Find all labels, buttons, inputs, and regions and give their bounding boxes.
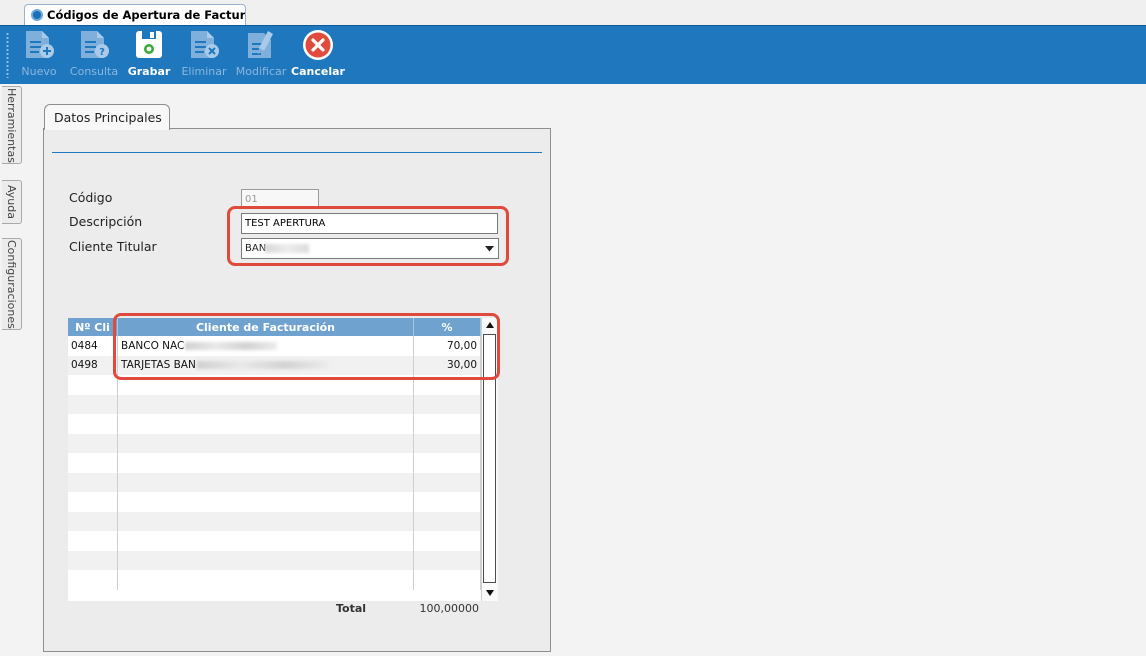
column-header-pct[interactable]: % — [414, 318, 481, 336]
table-row[interactable] — [68, 453, 481, 473]
descripcion-field[interactable] — [241, 213, 498, 234]
grid-scrollbar[interactable] — [481, 318, 498, 601]
document-tab[interactable]: Códigos de Apertura de Facturaci... — [24, 4, 246, 25]
side-tab-configuraciones[interactable]: Configuraciones — [2, 238, 22, 330]
table-row[interactable] — [68, 472, 481, 492]
consulta-button[interactable]: ? Consulta — [70, 29, 118, 83]
cliente-titular-value: BAN — [245, 243, 267, 254]
cell-cliente-text: TARJETAS BAN — [121, 359, 196, 372]
tab-datos-principales[interactable]: Datos Principales — [44, 104, 170, 130]
cell-cliente-text: BANCO NAC — [121, 339, 185, 352]
consulta-label: Consulta — [69, 65, 119, 78]
column-header-num-cli[interactable]: Nº Cli — [68, 318, 118, 336]
table-row[interactable] — [68, 414, 481, 434]
nuevo-button[interactable]: Nuevo — [20, 29, 58, 83]
cell-pct: 70,00 — [414, 336, 481, 356]
floppy-save-icon — [136, 31, 162, 58]
eliminar-button[interactable]: Eliminar — [181, 29, 227, 83]
table-row[interactable] — [68, 433, 481, 453]
table-row[interactable] — [68, 375, 481, 395]
side-tab-ayuda[interactable]: Ayuda — [2, 180, 22, 224]
redacted-text — [265, 243, 310, 253]
total-value: 100,00000 — [419, 602, 480, 615]
facturacion-grid: Nº Cli Cliente de Facturación % 0484 BAN… — [68, 318, 498, 601]
descripcion-label: Descripción — [69, 214, 143, 229]
redacted-text — [196, 361, 329, 370]
side-tab-ayuda-label: Ayuda — [5, 185, 18, 219]
nuevo-label: Nuevo — [21, 65, 57, 78]
app-icon — [31, 9, 43, 21]
cell-cliente: BANCO NAC — [118, 336, 414, 356]
table-row[interactable] — [68, 511, 481, 531]
document-add-icon — [26, 31, 54, 58]
total-label: Total — [336, 602, 367, 615]
scrollbar-thumb[interactable] — [483, 334, 496, 583]
table-row[interactable]: 0484 BANCO NAC 70,00 — [68, 336, 481, 356]
cliente-titular-label: Cliente Titular — [69, 239, 157, 254]
grabar-button[interactable]: Grabar — [128, 29, 170, 83]
table-row[interactable] — [68, 394, 481, 414]
redacted-text — [185, 341, 278, 350]
codigo-label: Código — [69, 190, 113, 205]
side-tab-configuraciones-label: Configuraciones — [5, 239, 18, 329]
modificar-label: Modificar — [235, 65, 287, 78]
side-tabs: Herramientas Ayuda Configuraciones — [0, 84, 24, 656]
column-header-cliente[interactable]: Cliente de Facturación — [118, 318, 414, 336]
table-row[interactable] — [68, 492, 481, 512]
table-row[interactable] — [68, 531, 481, 551]
toolbar-grip[interactable] — [6, 32, 9, 78]
side-tab-herramientas-label: Herramientas — [5, 87, 18, 163]
grid-body: 0484 BANCO NAC 70,00 0498 TARJETAS BAN 3… — [68, 336, 481, 590]
svg-text:?: ? — [99, 47, 105, 58]
eliminar-label: Eliminar — [181, 65, 227, 78]
cancelar-button[interactable]: Cancelar — [291, 29, 345, 83]
document-delete-icon — [191, 31, 219, 58]
modificar-button[interactable]: Modificar — [236, 29, 286, 83]
scroll-down-arrow-icon[interactable] — [484, 587, 496, 599]
codigo-field[interactable] — [241, 189, 319, 209]
panel-divider — [52, 152, 542, 153]
window-tab-strip: Códigos de Apertura de Facturaci... — [0, 0, 1146, 26]
cancel-circle-icon — [303, 30, 333, 60]
table-row[interactable] — [68, 570, 481, 590]
table-row[interactable] — [68, 550, 481, 570]
document-edit-icon — [248, 31, 273, 58]
cancelar-label: Cancelar — [291, 65, 345, 78]
cell-cliente: TARJETAS BAN — [118, 355, 414, 375]
side-tab-herramientas[interactable]: Herramientas — [2, 86, 22, 164]
grid-header: Nº Cli Cliente de Facturación % — [68, 318, 481, 336]
table-row[interactable]: 0498 TARJETAS BAN 30,00 — [68, 355, 481, 375]
cell-pct: 30,00 — [414, 355, 481, 375]
grabar-label: Grabar — [127, 65, 171, 78]
scroll-up-arrow-icon[interactable] — [484, 319, 496, 331]
cliente-titular-select[interactable]: BAN — [241, 238, 499, 259]
chevron-down-icon[interactable] — [483, 241, 496, 256]
cell-num: 0498 — [68, 355, 118, 375]
cell-num: 0484 — [68, 336, 118, 356]
document-query-icon: ? — [81, 31, 109, 58]
document-tab-title: Códigos de Apertura de Facturaci... — [47, 8, 245, 22]
toolbar: Nuevo ? Consulta Grabar Eliminar Modific… — [0, 25, 1146, 84]
